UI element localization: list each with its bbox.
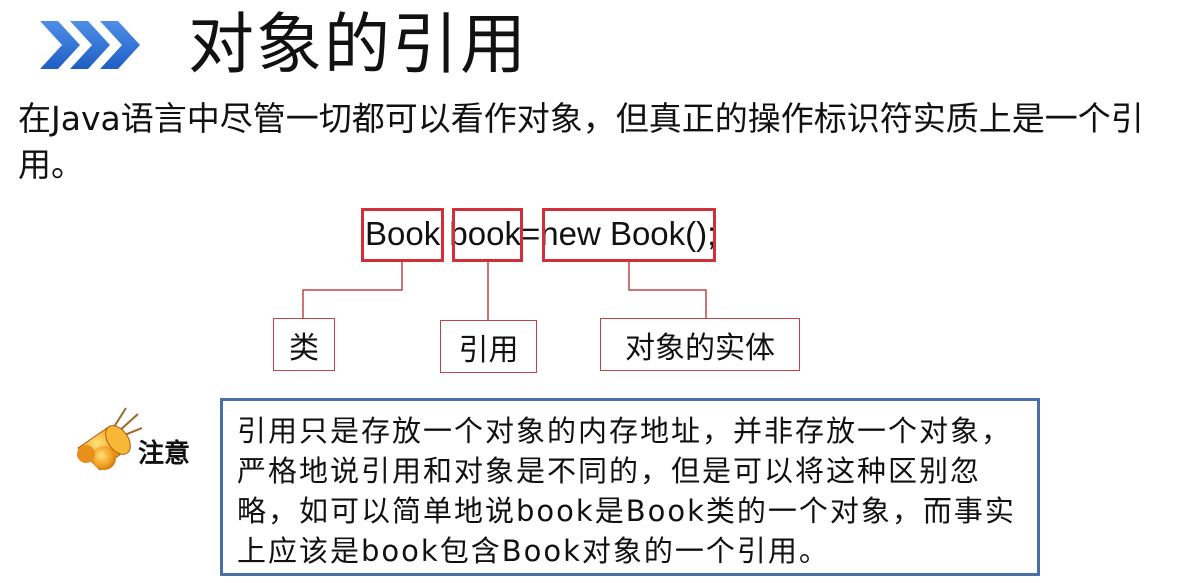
note-text: 引用只是存放一个对象的内存地址，并非存放一个对象，严格地说引用和对象是不同的，但… <box>237 414 1016 568</box>
label-reference: 引用 <box>440 320 537 373</box>
note-label: 注意 <box>138 439 191 469</box>
connector-entity <box>628 262 707 318</box>
note-box: 引用只是存放一个对象的内存地址，并非存放一个对象，严格地说引用和对象是不同的，但… <box>220 398 1040 576</box>
label-object-entity: 对象的实体 <box>600 318 800 371</box>
label-class: 类 <box>273 318 335 371</box>
connector-class <box>302 262 403 318</box>
